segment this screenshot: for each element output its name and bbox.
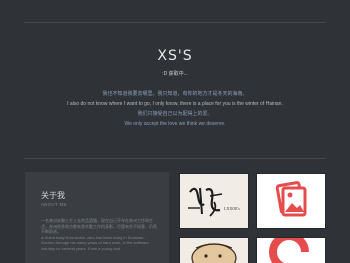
quote-line-en-1: I also do not know where I want to go, I…	[67, 101, 283, 107]
red-letter-logo	[257, 238, 325, 263]
cartoon-thumbnail	[180, 243, 248, 263]
gallery-tile-cartoon[interactable]	[180, 238, 248, 263]
quote-line-zh-2: 我们只接受自己以为配得上的爱。	[137, 111, 213, 117]
gallery-tile-placeholder[interactable]	[257, 174, 325, 228]
about-title: 关于我	[41, 191, 65, 200]
gallery-tile-letter[interactable]	[257, 238, 325, 263]
quote-line-zh-1: 我也不知道我要去哪里。我只知道，有你的地方才是冬天的海南。	[102, 91, 248, 97]
section-divider	[24, 158, 326, 159]
about-me-card: 关于我 ABOUT ME 一名来自安徽土生土长的品酒猫，现在自己开车在苏州工作和…	[25, 172, 169, 263]
about-subtitle: ABOUT ME	[41, 202, 67, 207]
top-divider	[24, 22, 326, 23]
calligraphy-logo	[180, 174, 248, 228]
logo-label: LXXOE's	[224, 206, 240, 211]
gallery-tile-logo[interactable]: LXXOE's	[180, 174, 248, 228]
quote-line-en-2: We only accept the love we think we dese…	[124, 121, 226, 127]
about-text: 一名来自安徽土生土长的品酒猫，现在自己开车在苏州工作和生活，苏州很多地方都有我辛…	[41, 218, 159, 251]
site-title: XS'S	[157, 48, 193, 64]
loading-status: :D 获取中...	[162, 71, 188, 77]
about-text-zh: 一名来自安徽土生土长的品酒猫，现在自己开车在苏州工作和生活，苏州很多地方都有我辛…	[41, 218, 157, 234]
hero-quote: 我也不知道我要去哪里。我只知道，有你的地方才是冬天的海南。 I also do …	[0, 89, 350, 129]
about-text-en: A Shent baby from Anhui, who has been li…	[41, 234, 149, 251]
image-placeholder-icon	[257, 181, 325, 228]
